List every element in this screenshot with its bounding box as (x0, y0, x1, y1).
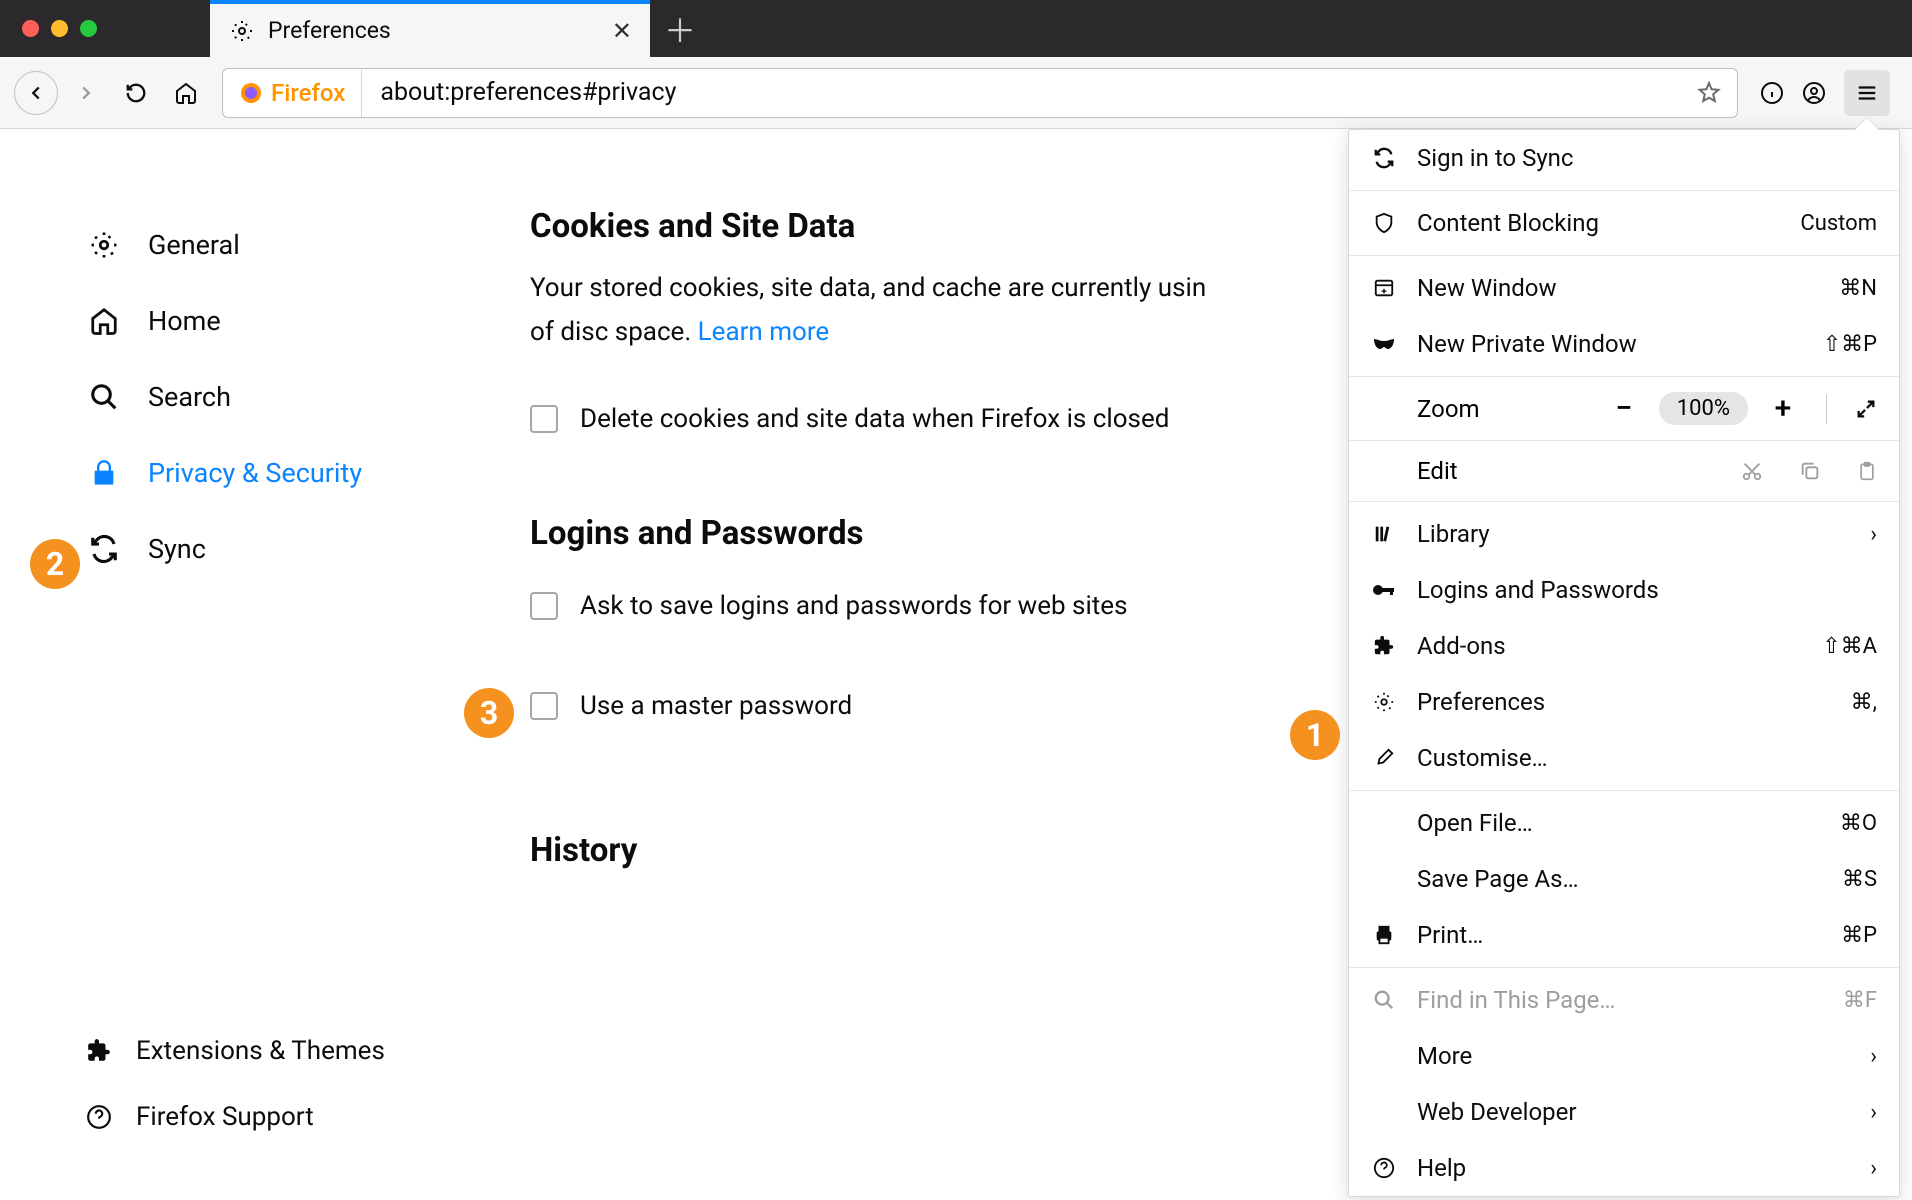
annotation-badge-2: 2 (30, 539, 80, 589)
forward-button[interactable] (64, 71, 108, 115)
mask-icon (1371, 337, 1397, 351)
sidebar-label: Privacy & Security (148, 457, 362, 489)
brush-icon (1371, 747, 1397, 769)
delete-cookies-checkbox[interactable] (530, 405, 558, 433)
reload-button[interactable] (114, 71, 158, 115)
sync-icon (1371, 147, 1397, 169)
preferences-sidebar: General Home Search Privacy & Security S… (0, 129, 490, 1200)
traffic-lights (0, 0, 210, 57)
url-text: about:preferences#privacy (362, 78, 1681, 107)
sidebar-item-privacy[interactable]: Privacy & Security (86, 435, 490, 511)
print-icon (1371, 924, 1397, 946)
identity-box[interactable]: Firefox (223, 69, 362, 117)
sidebar-label: Search (148, 381, 231, 413)
browser-toolbar: Firefox about:preferences#privacy (0, 57, 1912, 129)
chevron-right-icon: › (1870, 522, 1877, 547)
sidebar-footer-support[interactable]: Firefox Support (86, 1084, 490, 1150)
account-icon[interactable] (1802, 81, 1826, 105)
search-icon (1371, 989, 1397, 1011)
menu-more[interactable]: More › (1349, 1028, 1899, 1084)
key-icon (1371, 582, 1397, 598)
menu-preferences[interactable]: Preferences ⌘, (1349, 674, 1899, 730)
menu-logins[interactable]: Logins and Passwords (1349, 562, 1899, 618)
tab-close-button[interactable]: ✕ (612, 17, 632, 45)
master-password-label: Use a master password (580, 691, 852, 721)
chevron-right-icon: › (1870, 1044, 1877, 1069)
sidebar-label: Home (148, 305, 221, 337)
menu-help[interactable]: Help › (1349, 1140, 1899, 1196)
back-button[interactable] (14, 71, 58, 115)
master-password-checkbox[interactable] (530, 692, 558, 720)
shield-icon (1371, 212, 1397, 234)
menu-print[interactable]: Print… ⌘P (1349, 907, 1899, 963)
gear-icon (1371, 691, 1397, 713)
content-area: General Home Search Privacy & Security S… (0, 129, 1912, 1200)
sidebar-item-general[interactable]: General (86, 207, 490, 283)
sidebar-item-sync[interactable]: Sync (86, 511, 490, 587)
search-icon (86, 382, 122, 412)
zoom-in-button[interactable]: + (1768, 391, 1798, 426)
home-button[interactable] (164, 71, 208, 115)
zoom-value[interactable]: 100% (1659, 392, 1748, 425)
menu-edit-row: Edit (1349, 445, 1899, 497)
cut-button[interactable] (1741, 460, 1763, 482)
menu-library[interactable]: Library › (1349, 506, 1899, 562)
menu-open-file[interactable]: Open File… ⌘O (1349, 795, 1899, 851)
firefox-icon (239, 81, 263, 105)
footer-label: Firefox Support (136, 1102, 314, 1132)
help-icon (86, 1104, 112, 1130)
minimize-window-button[interactable] (51, 20, 68, 37)
annotation-badge-1: 1 (1290, 710, 1340, 760)
new-tab-button[interactable]: ＋ (650, 0, 710, 57)
maximize-window-button[interactable] (80, 20, 97, 37)
fullscreen-button[interactable] (1855, 398, 1877, 420)
sidebar-item-home[interactable]: Home (86, 283, 490, 359)
menu-private-window[interactable]: New Private Window ⇧⌘P (1349, 316, 1899, 372)
window-icon (1371, 277, 1397, 299)
menu-zoom-row: Zoom − 100% + (1349, 381, 1899, 436)
menu-web-developer[interactable]: Web Developer › (1349, 1084, 1899, 1140)
info-icon[interactable] (1760, 81, 1784, 105)
lock-icon (86, 459, 122, 487)
home-icon (86, 306, 122, 336)
menu-sign-in[interactable]: Sign in to Sync (1349, 130, 1899, 186)
bookmark-star-button[interactable] (1681, 81, 1737, 105)
hamburger-menu-button[interactable] (1844, 70, 1890, 116)
library-icon (1371, 523, 1397, 545)
annotation-badge-3: 3 (464, 688, 514, 738)
sidebar-footer-extensions[interactable]: Extensions & Themes (86, 1018, 490, 1084)
menu-find[interactable]: Find in This Page… ⌘F (1349, 972, 1899, 1028)
menu-new-window[interactable]: New Window ⌘N (1349, 260, 1899, 316)
chevron-right-icon: › (1870, 1100, 1877, 1125)
learn-more-link[interactable]: Learn more (698, 317, 830, 347)
menu-content-blocking[interactable]: Content Blocking Custom (1349, 195, 1899, 251)
ask-save-label: Ask to save logins and passwords for web… (580, 591, 1128, 621)
paste-button[interactable] (1857, 460, 1877, 482)
hamburger-menu-panel: Sign in to Sync Content Blocking Custom … (1348, 129, 1900, 1197)
sync-icon (86, 534, 122, 564)
puzzle-icon (1371, 635, 1397, 657)
sidebar-label: Sync (148, 533, 206, 565)
puzzle-icon (86, 1038, 112, 1064)
window-titlebar: Preferences ✕ ＋ (0, 0, 1912, 57)
sidebar-label: General (148, 229, 240, 261)
browser-tab-active[interactable]: Preferences ✕ (210, 0, 650, 57)
ask-save-checkbox[interactable] (530, 592, 558, 620)
footer-label: Extensions & Themes (136, 1036, 385, 1066)
tab-title: Preferences (268, 17, 391, 44)
gear-icon (86, 230, 122, 260)
menu-addons[interactable]: Add-ons ⇧⌘A (1349, 618, 1899, 674)
menu-save-page[interactable]: Save Page As… ⌘S (1349, 851, 1899, 907)
identity-label: Firefox (271, 79, 345, 107)
zoom-out-button[interactable]: − (1609, 391, 1639, 426)
copy-button[interactable] (1799, 460, 1821, 482)
address-bar[interactable]: Firefox about:preferences#privacy (222, 68, 1738, 118)
close-window-button[interactable] (22, 20, 39, 37)
gear-icon (230, 19, 254, 43)
menu-customise[interactable]: Customise… (1349, 730, 1899, 786)
delete-cookies-label: Delete cookies and site data when Firefo… (580, 404, 1169, 434)
help-icon (1371, 1157, 1397, 1179)
sidebar-item-search[interactable]: Search (86, 359, 490, 435)
chevron-right-icon: › (1870, 1156, 1877, 1181)
